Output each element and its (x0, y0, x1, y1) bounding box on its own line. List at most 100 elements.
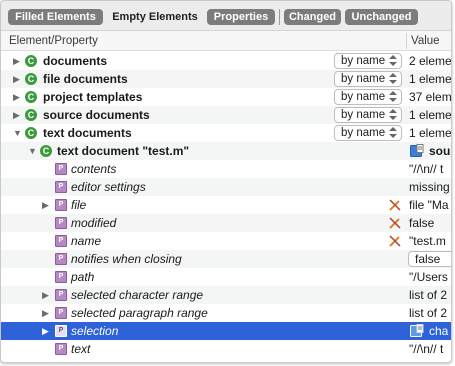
property-icon: P (55, 217, 67, 229)
by-name-popup[interactable]: by name (334, 89, 402, 105)
disclosure-right-icon[interactable]: ▶ (13, 110, 22, 120)
object-specifier-icon (410, 144, 424, 157)
chevron-updown-icon (388, 91, 398, 103)
by-name-popup[interactable]: by name (334, 107, 402, 123)
properties-toggle[interactable]: Properties (207, 9, 275, 25)
pencil-crossed-icon[interactable] (389, 199, 401, 211)
pencil-crossed-icon[interactable] (389, 235, 401, 247)
tree-row-selected-paragraph-range[interactable]: ▶ P selected paragraph range list of 2 (1, 304, 451, 322)
tree-row-name[interactable]: P name "test.m (1, 232, 451, 250)
tree-row-contents[interactable]: P contents "//\n// t (1, 160, 451, 178)
chevron-updown-icon (388, 55, 398, 67)
disclosure-right-icon[interactable]: ▶ (42, 200, 51, 210)
tree-row-file[interactable]: ▶ P file file "Ma (1, 196, 451, 214)
disclosure-right-icon[interactable]: ▶ (42, 290, 51, 300)
class-icon: C (25, 55, 37, 67)
toolbar-separator (279, 9, 280, 25)
property-value: false (409, 216, 435, 230)
tree-row-selection[interactable]: ▶ P selection cha (1, 322, 451, 340)
property-value: missing (409, 180, 450, 194)
tree-row-editor-settings[interactable]: P editor settings missing (1, 178, 451, 196)
pencil-crossed-icon[interactable] (389, 217, 401, 229)
property-value: "/Users (409, 270, 448, 284)
by-name-popup[interactable]: by name (334, 125, 402, 141)
property-name: modified (71, 216, 117, 230)
empty-elements-toggle[interactable]: Empty Elements (107, 9, 203, 25)
disclosure-down-icon[interactable]: ▼ (28, 146, 37, 156)
property-value: list of 2 (409, 288, 448, 302)
disclosure-down-icon[interactable]: ▼ (13, 128, 22, 138)
element-property-column-header[interactable]: Element/Property (9, 31, 98, 51)
element-value: 1 eleme (409, 126, 452, 140)
tree-row-source-documents[interactable]: ▶ C source documents by name 1 eleme (1, 106, 451, 124)
property-icon: P (55, 343, 67, 355)
class-icon: C (25, 127, 37, 139)
column-header: Element/Property Value (1, 31, 451, 51)
property-name: text (71, 342, 91, 356)
class-icon: C (40, 145, 52, 157)
property-icon: P (55, 199, 67, 211)
filled-elements-toggle[interactable]: Filled Elements (8, 9, 103, 25)
element-value: 1 eleme (409, 72, 452, 86)
property-icon: P (55, 289, 67, 301)
element-name: project templates (43, 90, 143, 104)
property-icon: P (55, 181, 67, 193)
object-specifier-icon (410, 324, 424, 337)
element-value: 2 eleme (409, 54, 452, 68)
tree-row-path[interactable]: P path "/Users (1, 268, 451, 286)
property-value: file "Ma (409, 198, 449, 212)
tree-row-project-templates[interactable]: ▶ C project templates by name 37 elem (1, 88, 451, 106)
property-name: file (71, 198, 87, 212)
element-name: documents (43, 54, 108, 68)
tree-row-file-documents[interactable]: ▶ C file documents by name 1 eleme (1, 70, 451, 88)
property-icon: P (55, 235, 67, 247)
element-value: 37 elem (409, 90, 452, 104)
element-name: source documents (43, 108, 150, 122)
property-name: name (71, 234, 102, 248)
property-name: notifies when closing (71, 252, 182, 266)
chevron-updown-icon (388, 127, 398, 139)
property-value: "test.m (409, 234, 446, 248)
disclosure-right-icon[interactable]: ▶ (42, 308, 51, 318)
disclosure-right-icon[interactable]: ▶ (13, 56, 22, 66)
tree-row-text-document-test-m[interactable]: ▼ C text document "test.m" sou (1, 142, 451, 160)
property-icon: P (55, 163, 67, 175)
element-value: 1 eleme (409, 108, 452, 122)
chevron-updown-icon (388, 73, 398, 85)
element-value: sou (429, 144, 451, 158)
property-icon: P (55, 325, 67, 337)
tree-row-documents[interactable]: ▶ C documents by name 2 eleme (1, 52, 451, 70)
boolean-value-popup[interactable]: false (408, 251, 451, 267)
value-column-header[interactable]: Value (411, 31, 440, 51)
popup-label: by name (341, 73, 386, 85)
tree-row-selected-character-range[interactable]: ▶ P selected character range list of 2 (1, 286, 451, 304)
property-name: selected paragraph range (71, 306, 208, 320)
property-value: "//\n// t (409, 342, 444, 356)
filter-toolbar: Filled Elements Empty Elements Propertie… (1, 1, 451, 31)
tree-row-text[interactable]: P text "//\n// t (1, 340, 451, 358)
changed-toggle[interactable]: Changed (284, 9, 341, 25)
popup-label: by name (341, 55, 386, 67)
script-debugger-window: Filled Elements Empty Elements Propertie… (0, 0, 452, 363)
tree-row-text-documents[interactable]: ▼ C text documents by name 1 eleme (1, 124, 451, 142)
popup-label: by name (341, 91, 386, 103)
popup-label: by name (341, 109, 386, 121)
element-name: text documents (43, 126, 132, 140)
unchanged-toggle[interactable]: Unchanged (345, 9, 418, 25)
by-name-popup[interactable]: by name (334, 71, 402, 87)
by-name-popup[interactable]: by name (334, 53, 402, 69)
class-icon: C (25, 73, 37, 85)
column-divider[interactable] (406, 33, 407, 49)
disclosure-right-icon[interactable]: ▶ (13, 74, 22, 84)
disclosure-right-icon[interactable]: ▶ (42, 326, 51, 336)
chevron-updown-icon (388, 109, 398, 121)
popup-label: by name (341, 127, 386, 139)
disclosure-right-icon[interactable]: ▶ (13, 92, 22, 102)
property-name: path (71, 270, 95, 284)
class-icon: C (25, 91, 37, 103)
property-name: contents (71, 162, 117, 176)
tree-row-notifies-when-closing[interactable]: P notifies when closing false (1, 250, 451, 268)
element-name: file documents (43, 72, 128, 86)
tree-row-modified[interactable]: P modified false (1, 214, 451, 232)
property-name: selection (71, 324, 119, 338)
